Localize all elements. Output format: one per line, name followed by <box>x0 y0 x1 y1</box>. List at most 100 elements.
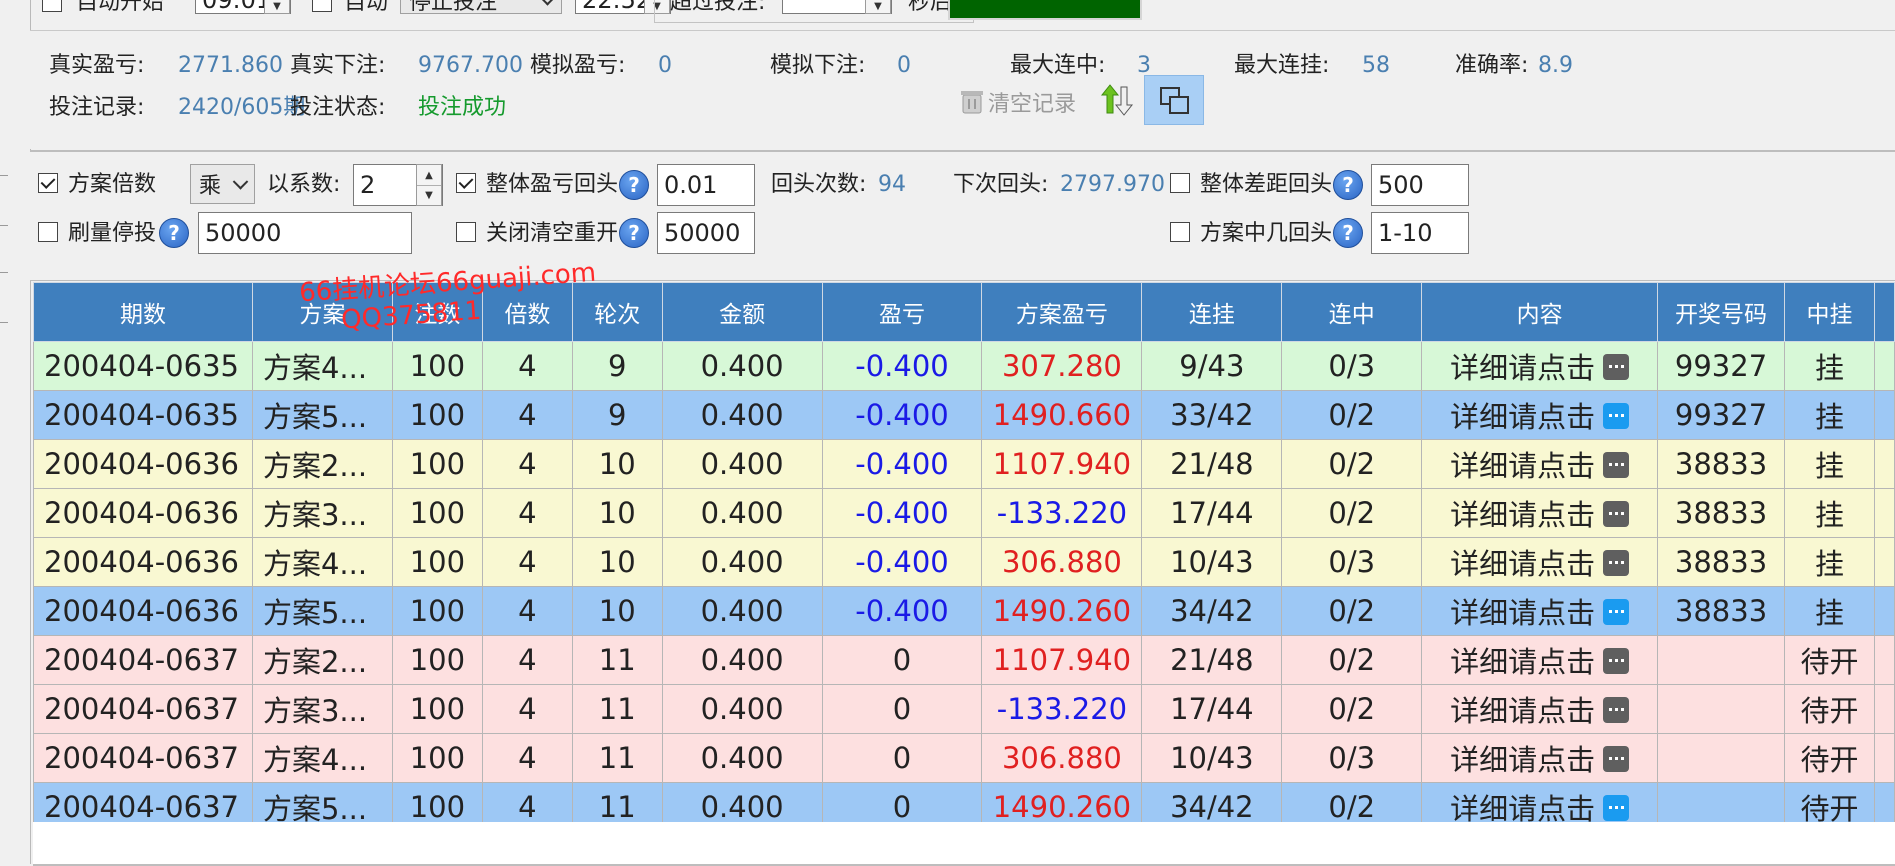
loss-streak-cell-text: 17/44 <box>1170 496 1254 530</box>
arrow-down-icon[interactable]: ▼ <box>265 0 289 13</box>
coef-stepper[interactable]: ▲ ▼ <box>416 164 442 206</box>
help-icon[interactable]: ? <box>619 218 649 248</box>
content-cell[interactable]: 详细请点击 <box>1421 684 1659 734</box>
close-clear-input[interactable]: 50000 <box>657 212 755 254</box>
content-cell[interactable]: 详细请点击 <box>1421 586 1659 636</box>
ellipsis-icon[interactable] <box>1603 746 1630 772</box>
amount-cell: 0.400 <box>661 390 823 440</box>
table-row[interactable]: 200404-0635 方案4... 100 4 9 0.400 -0.400 307.280… <box>33 341 1895 391</box>
col-result-header[interactable]: 中挂 <box>1784 282 1875 342</box>
content-cell[interactable]: 详细请点击 <box>1421 635 1659 685</box>
content-cell-text: 详细请点击 <box>1450 743 1596 777</box>
volume-stop-input[interactable]: 50000 <box>198 212 412 254</box>
win-streak-cell-text: 0/2 <box>1328 398 1376 432</box>
overall-gap-checkbox[interactable] <box>1170 173 1190 193</box>
stats-panel: 真实盈亏: 2771.860 真实下注: 9767.700 模拟盈亏: 0 模拟… <box>30 30 1895 149</box>
col-pl-header[interactable]: 盈亏 <box>821 282 983 342</box>
help-icon[interactable]: ? <box>619 170 649 200</box>
help-icon[interactable]: ? <box>159 218 189 248</box>
options-panel: 方案倍数 乘 以系数: 2 ▲ ▼ 整体盈亏回头 ? 0.01 回头次数: 94… <box>30 150 1895 281</box>
table-row[interactable]: 200404-0637 方案3... 100 4 11 0.400 0 -133.220 17/… <box>33 684 1895 734</box>
content-cell[interactable]: 详细请点击 <box>1421 488 1659 538</box>
operator-select[interactable]: 乘 <box>190 164 255 204</box>
table-row[interactable]: 200404-0637 方案4... 100 4 11 0.400 0 306.880 10/4… <box>33 733 1895 783</box>
scheme-cell: 方案2... <box>251 635 393 685</box>
ellipsis-icon[interactable] <box>1603 795 1630 821</box>
arrow-down-icon[interactable]: ▼ <box>866 0 890 13</box>
ellipsis-icon[interactable] <box>1603 452 1630 478</box>
arrow-up-icon[interactable]: ▲ <box>417 165 441 186</box>
table-row[interactable]: 200404-0636 方案5... 100 4 10 0.400 -0.400 1490.2… <box>33 586 1895 636</box>
scheme-hit-checkbox[interactable] <box>1170 222 1190 242</box>
ellipsis-icon[interactable] <box>1603 697 1630 723</box>
table-row[interactable]: 200404-0636 方案3... 100 4 10 0.400 -0.400 -133.2… <box>33 488 1895 538</box>
result-cell-text: 待开 <box>1800 792 1859 826</box>
scheme-pl-cell-text: 1490.260 <box>992 790 1132 824</box>
period-cell: 200404-0636 <box>33 439 253 489</box>
ellipsis-icon[interactable] <box>1603 403 1630 429</box>
scheme-multiple-checkbox[interactable] <box>38 173 58 193</box>
pl-cell-text: 0 <box>892 692 912 726</box>
extra-cell <box>1873 537 1895 587</box>
auto-start-time-stepper[interactable]: ▼ <box>264 0 290 14</box>
ellipsis-icon[interactable] <box>1603 354 1630 380</box>
col-win-streak-header[interactable]: 连中 <box>1281 282 1423 342</box>
scheme-cell: 方案5... <box>251 390 393 440</box>
overall-pl-checkbox[interactable] <box>456 173 476 193</box>
overall-pl-label: 整体盈亏回头 <box>486 172 619 197</box>
scheme-cell-text: 方案5... <box>262 596 368 630</box>
ellipsis-icon[interactable] <box>1603 648 1630 674</box>
scheme-pl-cell: 307.280 <box>981 341 1143 391</box>
ellipsis-icon[interactable] <box>1603 599 1630 625</box>
col-content-header[interactable]: 内容 <box>1421 282 1659 342</box>
volume-stop-label: 刷量停投 <box>68 221 157 246</box>
col-number-header[interactable]: 开奖号码 <box>1657 282 1785 342</box>
overall-gap-input[interactable]: 500 <box>1371 164 1469 206</box>
auto-checkbox[interactable] <box>312 0 332 12</box>
content-cell[interactable]: 详细请点击 <box>1421 341 1659 391</box>
col-loss-streak-header[interactable]: 连挂 <box>1141 282 1283 342</box>
help-icon[interactable]: ? <box>1333 170 1363 200</box>
overall-pl-input[interactable]: 0.01 <box>657 164 755 206</box>
count-cell-text: 100 <box>409 398 466 432</box>
auto-start-checkbox[interactable] <box>42 0 62 12</box>
top-schedule-strip: 自动开始 09:01 ▼ 自动 停止投注 22:52 ▼ 超过投注: ▼ 秒后 <box>30 0 1895 28</box>
volume-stop-checkbox[interactable] <box>38 222 58 242</box>
number-cell: 38833 <box>1657 537 1785 587</box>
content-cell[interactable]: 详细请点击 <box>1421 439 1659 489</box>
table-row[interactable]: 200404-0636 方案2... 100 4 10 0.400 -0.400 1107.9… <box>33 439 1895 489</box>
ellipsis-icon[interactable] <box>1603 501 1630 527</box>
ellipsis-icon[interactable] <box>1603 550 1630 576</box>
scheme-cell: 方案5... <box>251 586 393 636</box>
help-icon[interactable]: ? <box>1333 218 1363 248</box>
table-row[interactable]: 200404-0636 方案4... 100 4 10 0.400 -0.400 306.88… <box>33 537 1895 587</box>
col-period-header[interactable]: 期数 <box>33 282 253 342</box>
back-count-value: 94 <box>878 172 906 197</box>
col-amount-header[interactable]: 金额 <box>661 282 823 342</box>
auto-action-select[interactable]: 停止投注 <box>400 0 562 15</box>
window-toggle-button[interactable] <box>1144 75 1204 125</box>
period-cell: 200404-0635 <box>33 341 253 391</box>
mult-cell: 4 <box>481 684 573 734</box>
table-row[interactable]: 200404-0635 方案5... 100 4 9 0.400 -0.400 1490.66… <box>33 390 1895 440</box>
sort-arrows-icon[interactable] <box>1100 83 1134 117</box>
period-cell: 200404-0637 <box>33 733 253 783</box>
pl-cell-text: -0.400 <box>855 496 949 530</box>
arrow-down-icon[interactable]: ▼ <box>417 185 441 205</box>
round-cell-text: 11 <box>598 741 636 775</box>
content-cell[interactable]: 详细请点击 <box>1421 390 1659 440</box>
table-row[interactable]: 200404-0637 方案2... 100 4 11 0.400 0 1107.940 21/… <box>33 635 1895 685</box>
scheme-hit-input[interactable]: 1-10 <box>1371 212 1469 254</box>
amount-cell-text: 0.400 <box>700 790 784 824</box>
win-streak-cell-text: 0/3 <box>1328 545 1376 579</box>
record-label: 投注记录: <box>49 95 145 120</box>
round-cell: 10 <box>571 439 663 489</box>
content-cell-text: 详细请点击 <box>1450 498 1596 532</box>
clear-record-button[interactable]: 清空记录 <box>960 86 1076 118</box>
close-clear-checkbox[interactable] <box>456 222 476 242</box>
content-cell[interactable]: 详细请点击 <box>1421 537 1659 587</box>
col-scheme-pl-header[interactable]: 方案盈亏 <box>981 282 1143 342</box>
mult-cell: 4 <box>481 341 573 391</box>
content-cell[interactable]: 详细请点击 <box>1421 733 1659 783</box>
switch-seconds-stepper[interactable]: ▼ <box>865 0 891 14</box>
